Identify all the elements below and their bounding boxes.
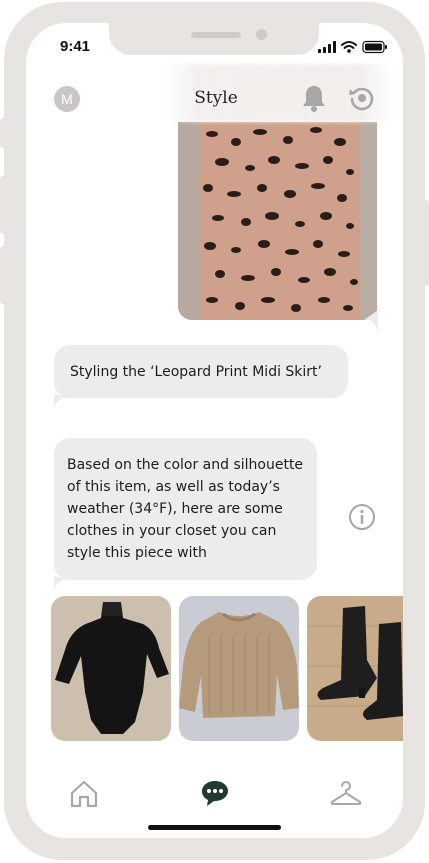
status-time: 9:41: [60, 38, 91, 55]
home-indicator[interactable]: [148, 825, 281, 830]
page-title: Style: [194, 88, 238, 108]
suggestion-black-bodysuit[interactable]: [51, 596, 171, 741]
cellular-signal-icon: [318, 41, 336, 53]
message-text: Based on the color and silhouette of thi…: [67, 457, 304, 561]
home-icon[interactable]: [69, 779, 99, 809]
device-mute-switch: [0, 118, 6, 148]
hanger-icon[interactable]: [330, 779, 362, 807]
status-icons: [318, 40, 387, 54]
suggestion-tan-sweater[interactable]: [179, 596, 299, 741]
bubble-tail: [54, 576, 68, 590]
bubble-tail: [54, 394, 68, 408]
device-volume-down: [0, 246, 6, 304]
chat-bubble-icon[interactable]: [199, 778, 231, 808]
bubble-tail: [364, 310, 378, 332]
suggestion-black-boots[interactable]: [307, 596, 403, 741]
battery-icon: [362, 40, 387, 54]
notification-bell-icon[interactable]: [300, 83, 328, 113]
user-image-leopard-skirt[interactable]: [178, 122, 377, 320]
avatar-initial: M: [61, 91, 73, 107]
device-power-button: [423, 200, 429, 286]
device-volume-up: [0, 176, 6, 234]
refresh-icon[interactable]: [348, 84, 376, 112]
chat-message-recommendation: Based on the color and silhouette of thi…: [54, 438, 317, 580]
notch-camera: [256, 29, 267, 40]
info-icon[interactable]: [348, 503, 376, 531]
device-notch: [109, 23, 319, 55]
message-text: Styling the ‘Leopard Print Midi Skirt’: [70, 364, 322, 380]
notch-speaker: [191, 32, 241, 38]
profile-avatar[interactable]: M: [54, 86, 80, 112]
wifi-icon: [341, 41, 357, 53]
chat-message-styling: Styling the ‘Leopard Print Midi Skirt’: [54, 345, 348, 398]
